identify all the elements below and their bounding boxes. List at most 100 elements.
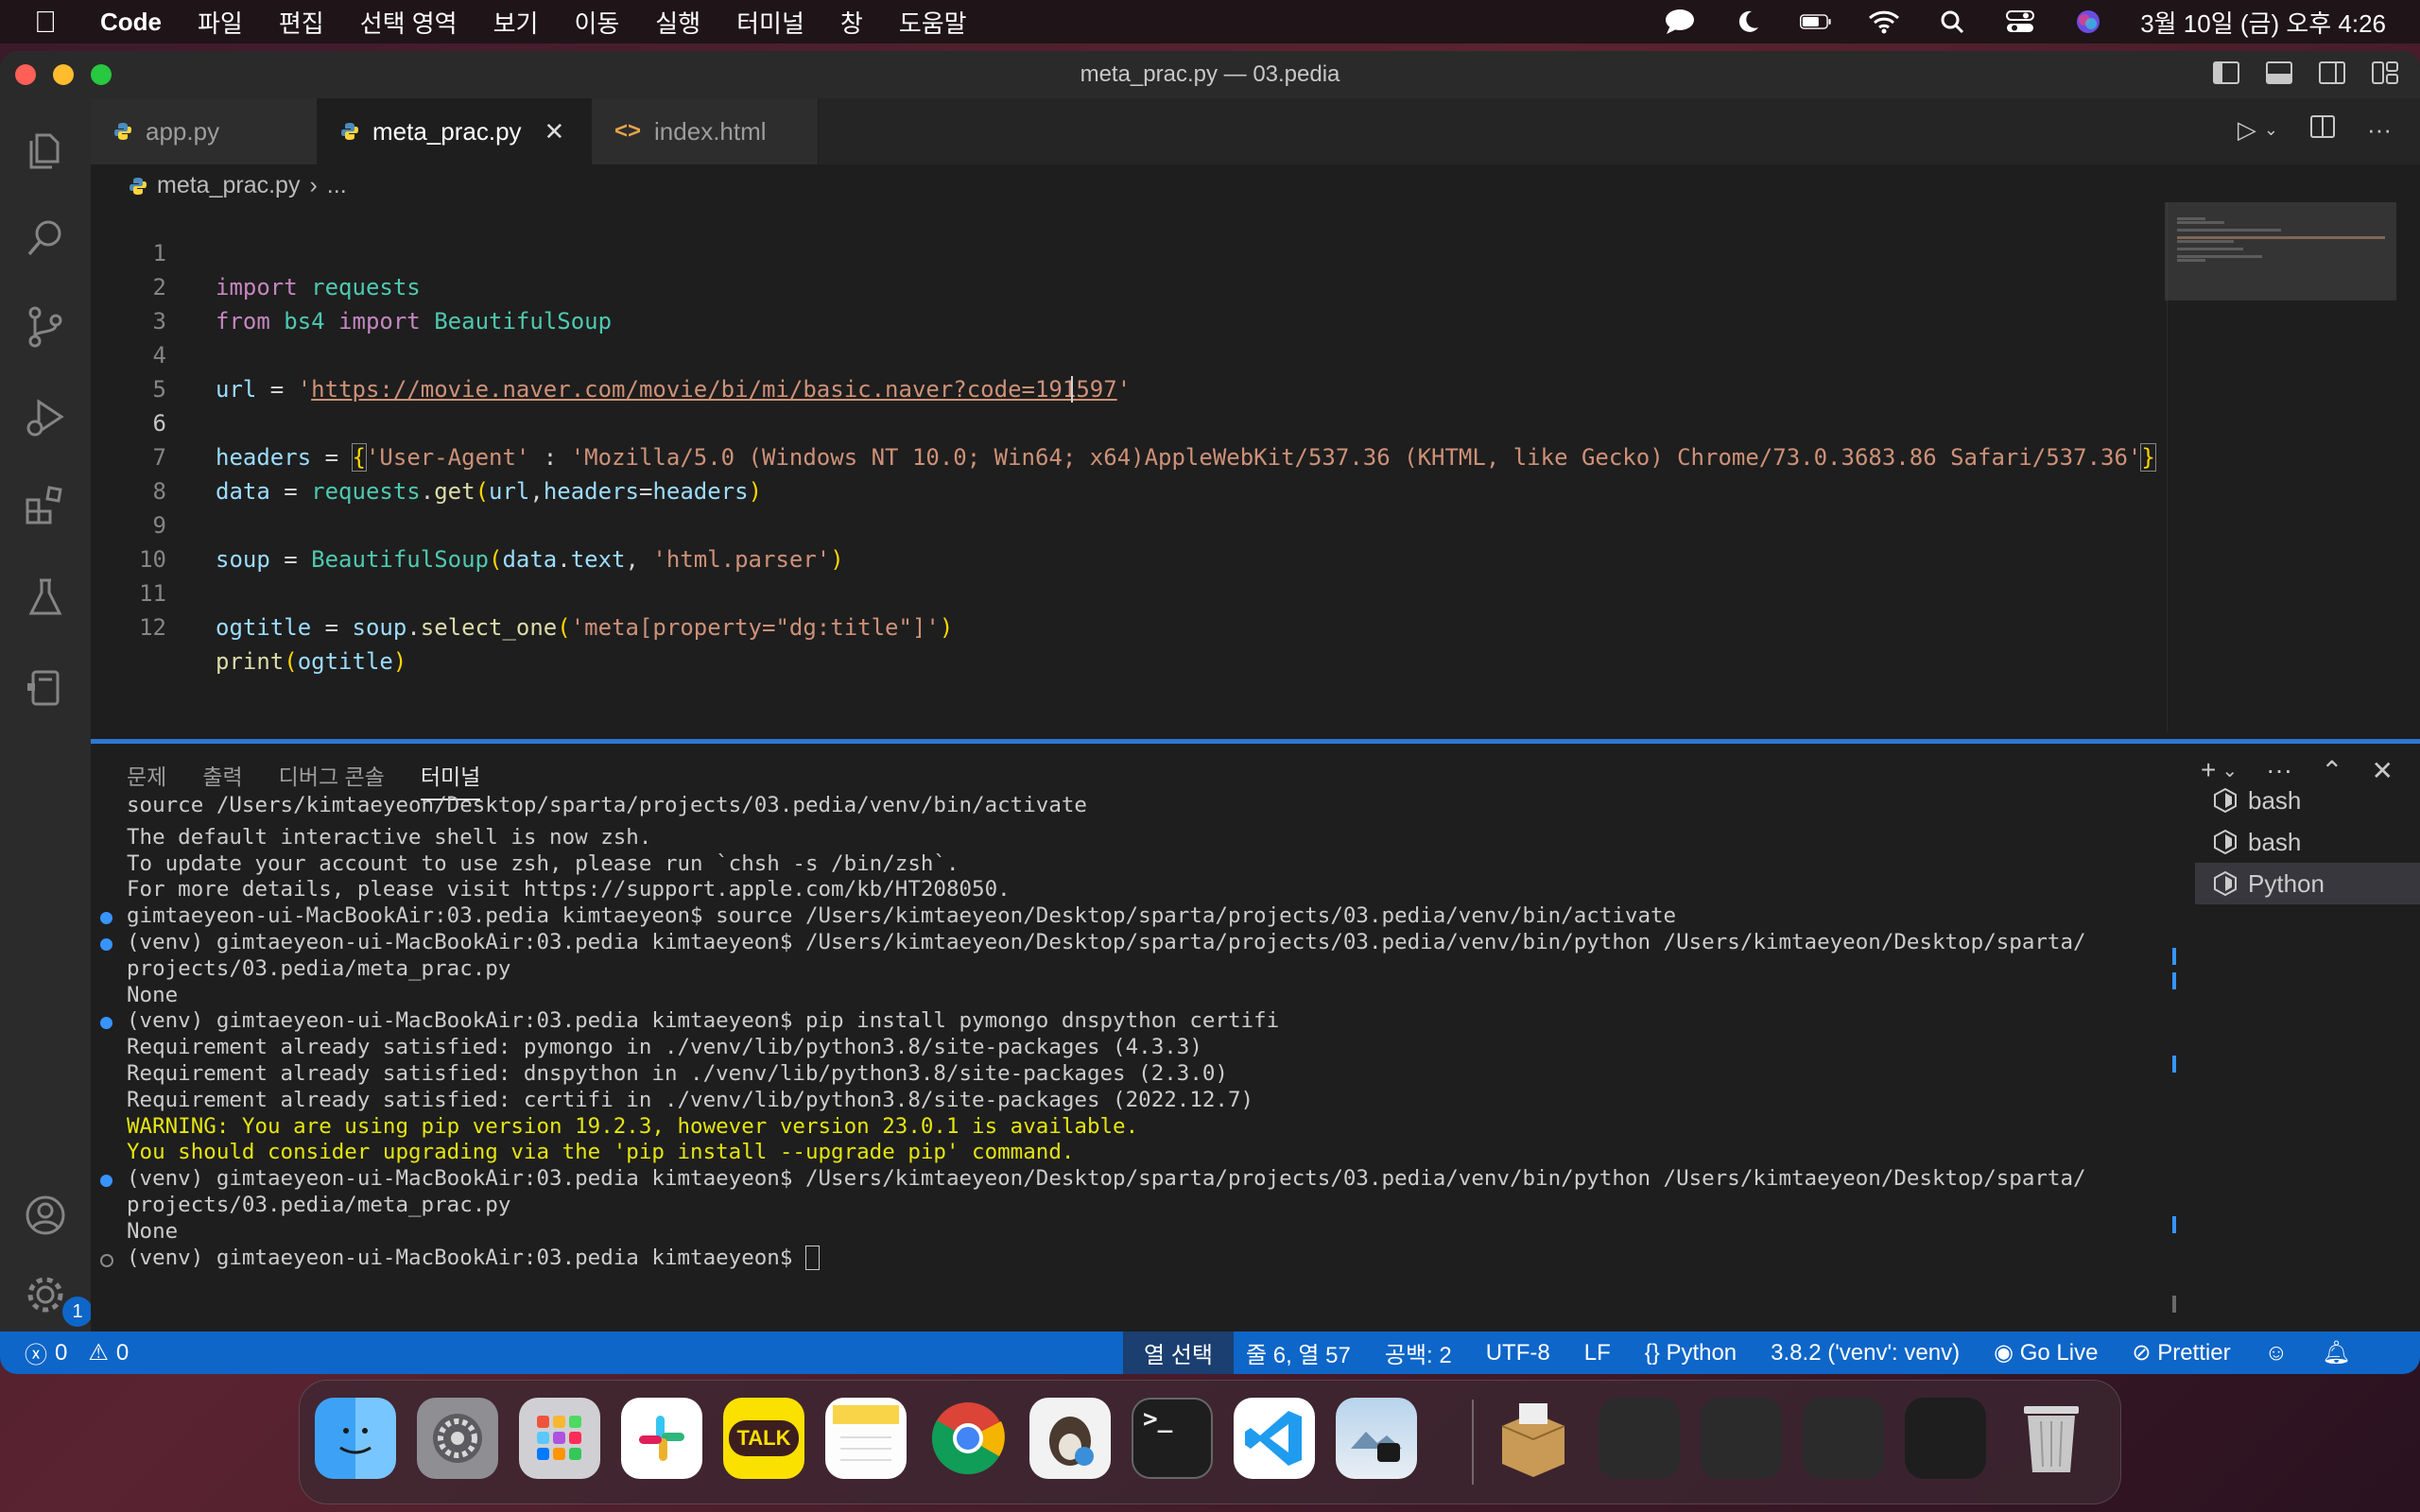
terminal-instance-bash-2[interactable]: bash [2195, 821, 2420, 863]
close-window-button[interactable] [15, 64, 36, 85]
terminal-line-text: None [127, 1218, 179, 1244]
command-decoration-icon[interactable] [100, 937, 112, 951]
dock-downloads-stack-icon[interactable] [1493, 1398, 1574, 1479]
terminal-cursor [804, 1246, 820, 1271]
dock-sequel-ace-icon[interactable] [1029, 1398, 1111, 1479]
command-decoration-icon[interactable] [100, 1253, 113, 1267]
spotlight-search-icon[interactable] [1936, 8, 1968, 36]
menu-view[interactable]: 보기 [493, 5, 539, 40]
terminal-line-text: Requirement already satisfied: dnspython… [127, 1060, 1228, 1086]
menu-terminal[interactable]: 터미널 [736, 5, 804, 40]
dock-terminal-icon[interactable]: >_ [1132, 1398, 1213, 1479]
file-encoding[interactable]: UTF-8 [1486, 1340, 1550, 1366]
feedback-icon[interactable]: ☺ [2265, 1340, 2289, 1366]
breadcrumb-symbols[interactable]: ... [327, 172, 347, 199]
control-center-icon[interactable] [2004, 8, 2036, 36]
menu-window[interactable]: 창 [840, 5, 863, 40]
indentation[interactable]: 공백: 2 [1385, 1336, 1452, 1369]
terminal-instance-python[interactable]: Python [2195, 863, 2420, 904]
notifications-bell-icon[interactable]: 🔔︎ [2322, 1339, 2350, 1366]
maximize-window-button[interactable] [91, 64, 112, 85]
menu-file[interactable]: 파일 [198, 5, 243, 40]
window-title: meta_prac.py — 03.pedia [1080, 61, 1340, 87]
tab-app-py[interactable]: app.py [91, 98, 318, 164]
terminal-python-icon [2214, 871, 2237, 896]
minimize-window-button[interactable] [53, 64, 74, 85]
dock-window-thumbnail-2[interactable] [1701, 1398, 1782, 1479]
manage-gear-icon[interactable]: 1 [19, 1268, 93, 1327]
explorer-icon[interactable] [19, 125, 72, 178]
go-live-button[interactable]: ◉ Go Live [1994, 1339, 2098, 1366]
remote-explorer-icon[interactable] [19, 662, 72, 714]
dock-window-thumbnail-4[interactable] [1905, 1398, 1986, 1479]
menu-run[interactable]: 실행 [655, 5, 700, 40]
dock-window-thumbnail-1[interactable] [1599, 1398, 1680, 1479]
dock-system-settings-icon[interactable] [417, 1398, 498, 1479]
menu-go[interactable]: 이동 [574, 5, 619, 40]
run-and-debug-icon[interactable] [19, 391, 72, 444]
dock-finder-icon[interactable] [315, 1398, 396, 1479]
problems-status[interactable]: ⓧ 0 ⚠ 0 [25, 1332, 129, 1374]
split-editor-icon[interactable] [2310, 115, 2336, 145]
terminal-line-text: source /Users/kimtaeyeon/Desktop/sparta/… [127, 793, 1087, 817]
code-line: 5 [91, 338, 2170, 403]
dock-slack-icon[interactable] [621, 1398, 702, 1479]
toggle-primary-sidebar-icon[interactable] [2212, 59, 2240, 87]
column-selection-mode[interactable]: 열 선택 [1123, 1332, 1234, 1374]
customize-layout-icon[interactable] [2371, 59, 2399, 87]
dock-trash-icon[interactable] [2011, 1398, 2092, 1479]
siri-icon[interactable] [2072, 8, 2104, 36]
search-icon[interactable] [19, 212, 72, 265]
terminal-instance-bash-1[interactable]: bash [2195, 780, 2420, 821]
close-tab-icon[interactable]: ✕ [544, 117, 565, 146]
terminal-line: WARNING: You are using pip version 19.2.… [127, 1114, 2244, 1141]
terminal-line: None [127, 983, 2244, 1009]
dock-window-thumbnail-3[interactable] [1803, 1398, 1884, 1479]
command-decoration-icon[interactable] [100, 1175, 112, 1188]
tab-index-html[interactable]: <> index.html [592, 98, 819, 164]
menu-selection[interactable]: 선택 영역 [360, 5, 458, 40]
source-control-icon[interactable] [19, 301, 72, 353]
end-of-line[interactable]: LF [1584, 1340, 1611, 1366]
dock-launchpad-icon[interactable] [519, 1398, 600, 1479]
code-line: 8 [91, 440, 2170, 505]
terminal-line: None [127, 1219, 2244, 1246]
tab-label: meta_prac.py [372, 116, 522, 146]
accounts-icon[interactable] [19, 1189, 72, 1242]
breadcrumb-file[interactable]: meta_prac.py [157, 172, 300, 199]
broadcast-icon: ◉ [1994, 1340, 2014, 1366]
python-interpreter[interactable]: 3.8.2 ('venv': venv) [1771, 1340, 1960, 1366]
run-dropdown-chevron-icon[interactable]: ⌄ [2264, 115, 2278, 145]
messages-icon[interactable] [1664, 8, 1696, 36]
focus-moon-icon[interactable] [1732, 8, 1764, 36]
language-mode[interactable]: {} Python [1645, 1340, 1737, 1366]
code-editor[interactable]: 1 import requests 2 from bs4 import Beau… [91, 202, 2170, 731]
dock-preview-icon[interactable] [1336, 1398, 1417, 1479]
command-decoration-icon[interactable] [100, 912, 112, 925]
code-line-current: 6 headers = {'User-Agent' : 'Mozilla/5.0… [91, 372, 2170, 472]
testing-flask-icon[interactable] [19, 571, 72, 624]
menubar-clock[interactable]: 3월 10일 (금) 오후 4:26 [2140, 5, 2386, 40]
toggle-secondary-sidebar-icon[interactable] [2318, 59, 2346, 87]
menu-help[interactable]: 도움말 [899, 5, 967, 40]
more-actions-icon[interactable]: ··· [2367, 115, 2392, 145]
command-decoration-icon[interactable] [100, 1017, 112, 1030]
terminal-line-text: Requirement already satisfied: pymongo i… [127, 1035, 1202, 1060]
wifi-icon[interactable] [1868, 8, 1900, 36]
terminal-output[interactable]: source /Users/kimtaeyeon/Desktop/sparta/… [100, 793, 2244, 1271]
menu-app-name[interactable]: Code [100, 8, 162, 37]
extensions-icon[interactable] [19, 480, 72, 533]
menu-edit[interactable]: 편집 [279, 5, 324, 40]
dock-chrome-icon[interactable] [927, 1398, 1009, 1479]
tab-meta-prac-py[interactable]: meta_prac.py ✕ [318, 98, 592, 164]
minimap-slider[interactable] [2165, 202, 2396, 301]
run-python-file-icon[interactable]: ▷ [2238, 115, 2256, 145]
toggle-panel-icon[interactable] [2265, 59, 2293, 87]
dock-notes-icon[interactable] [825, 1398, 907, 1479]
cursor-position[interactable]: 줄 6, 열 57 [1246, 1336, 1351, 1369]
prettier-button[interactable]: ⊘ Prettier [2132, 1339, 2230, 1366]
dock-kakaotalk-icon[interactable]: TALK [723, 1398, 804, 1479]
battery-icon[interactable] [1800, 8, 1832, 36]
apple-menu-icon[interactable]:  [34, 5, 66, 40]
dock-vscode-icon[interactable] [1234, 1398, 1315, 1479]
